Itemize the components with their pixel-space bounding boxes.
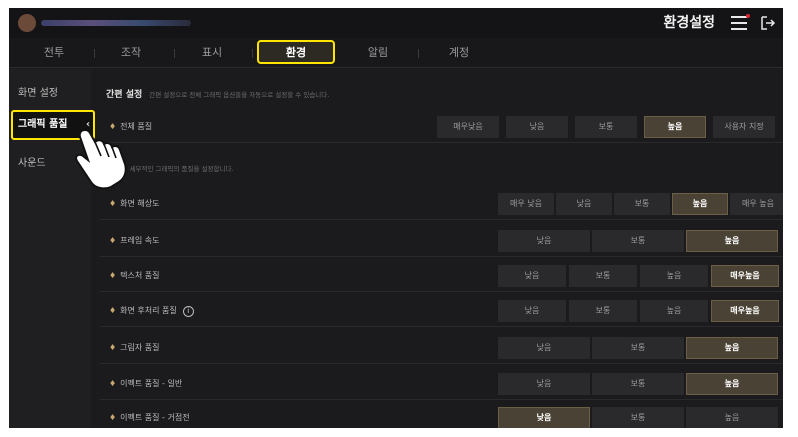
option-button[interactable]: 보통 bbox=[575, 116, 637, 138]
exit-icon[interactable] bbox=[760, 15, 776, 31]
diamond-icon: ♦ bbox=[109, 413, 117, 422]
top-bar: 환경설정 bbox=[9, 8, 783, 38]
setting-row: ♦ 이펙트 품질 - 거점전 낮음 보통 높음 bbox=[100, 402, 783, 428]
sidebar: 화면 설정 그래픽 품질 ‹ 사운드 bbox=[9, 69, 95, 428]
tab-display[interactable]: 표시 bbox=[182, 38, 242, 68]
settings-window: 환경설정 전투 조작 표시 환경 알림 계정 화면 설정 그래픽 품질 ‹ 사운드… bbox=[9, 8, 783, 428]
setting-row: ♦ 텍스처 품질 낮음 보통 높음 매우높음 bbox=[100, 260, 783, 292]
avatar bbox=[18, 14, 36, 32]
option-button[interactable]: 높음 bbox=[672, 193, 728, 215]
option-button[interactable]: 높음 bbox=[640, 300, 708, 322]
tab-divider bbox=[252, 49, 253, 58]
option-button[interactable]: 매우낮음 bbox=[437, 116, 499, 138]
setting-label: 텍스처 품질 bbox=[120, 271, 160, 280]
setting-row: ♦ 이펙트 품질 - 일반 낮음 보통 높음 bbox=[100, 368, 783, 400]
option-button[interactable]: 보통 bbox=[569, 265, 637, 287]
setting-row: ♦ 화면 해상도 매우 낮음 낮음 보통 높음 매우 높음 bbox=[100, 188, 783, 220]
option-button[interactable]: 낮음 bbox=[498, 373, 590, 395]
setting-label: 화면 후처리 품질 bbox=[120, 306, 177, 315]
option-button[interactable]: 낮음 bbox=[506, 116, 568, 138]
tab-controls[interactable]: 조작 bbox=[101, 38, 161, 68]
option-button[interactable]: 낮음 bbox=[498, 265, 566, 287]
option-button[interactable]: 낮음 bbox=[498, 337, 590, 359]
setting-label: 이펙트 품질 - 일반 bbox=[120, 379, 183, 388]
diamond-icon: ♦ bbox=[109, 271, 117, 280]
option-button[interactable]: 낮음 bbox=[498, 300, 566, 322]
option-button[interactable]: 매우높음 bbox=[711, 265, 779, 287]
diamond-icon: ♦ bbox=[109, 199, 117, 208]
option-button[interactable]: 매우높음 bbox=[711, 300, 779, 322]
diamond-icon: ♦ bbox=[109, 306, 117, 315]
info-icon[interactable]: i bbox=[182, 306, 194, 317]
option-button[interactable]: 낮음 bbox=[498, 230, 590, 252]
option-button[interactable]: 낮음 bbox=[556, 193, 612, 215]
page-title: 환경설정 bbox=[663, 14, 715, 30]
setting-row: ♦ 화면 후처리 품질 i 낮음 보통 높음 매우높음 bbox=[100, 295, 783, 327]
tab-divider bbox=[418, 49, 419, 58]
tab-environment[interactable]: 환경 bbox=[257, 38, 335, 68]
menu-icon[interactable] bbox=[731, 16, 747, 30]
setting-label: 그림자 품질 bbox=[120, 343, 160, 352]
setting-label: 프레임 속도 bbox=[120, 236, 160, 245]
setting-label: 화면 해상도 bbox=[120, 199, 160, 208]
diamond-icon: ♦ bbox=[109, 236, 117, 245]
blurred-player-name bbox=[41, 20, 191, 26]
setting-row: ♦ 프레임 속도 낮음 보통 높음 bbox=[100, 225, 783, 257]
option-button[interactable]: 보통 bbox=[592, 407, 684, 428]
tab-notifications[interactable]: 알림 bbox=[348, 38, 408, 68]
tab-account[interactable]: 계정 bbox=[429, 38, 489, 68]
setting-row: ♦ 그림자 품질 낮음 보통 높음 bbox=[100, 332, 783, 364]
tab-divider bbox=[174, 49, 175, 58]
option-button[interactable]: 보통 bbox=[592, 230, 684, 252]
option-button[interactable]: 높음 bbox=[640, 265, 708, 287]
setting-row-overall-quality: ♦ 전체 품질 매우낮음 낮음 보통 높음 사용자 지정 bbox=[100, 111, 783, 143]
notification-dot bbox=[746, 14, 750, 18]
settings-content: 간편 설정 간편 설정으로 전체 그래픽 옵션들을 자동으로 설정할 수 있습니다… bbox=[100, 69, 783, 428]
option-button[interactable]: 낮음 bbox=[498, 407, 590, 428]
option-button[interactable]: 보통 bbox=[592, 373, 684, 395]
section-quick-settings: 간편 설정 간편 설정으로 전체 그래픽 옵션들을 자동으로 설정할 수 있습니다… bbox=[106, 90, 330, 100]
tab-divider bbox=[94, 49, 95, 58]
setting-label: 이펙트 품질 - 거점전 bbox=[120, 413, 190, 422]
option-button[interactable]: 보통 bbox=[592, 337, 684, 359]
option-button[interactable]: 보통 bbox=[614, 193, 670, 215]
option-button[interactable]: 높음 bbox=[686, 337, 778, 359]
option-button[interactable]: 매우 높음 bbox=[730, 193, 783, 215]
tab-combat[interactable]: 전투 bbox=[24, 38, 84, 68]
pointer-hand-icon bbox=[75, 128, 127, 190]
option-button[interactable]: 보통 bbox=[569, 300, 637, 322]
option-button[interactable]: 매우 낮음 bbox=[498, 193, 554, 215]
diamond-icon: ♦ bbox=[109, 343, 117, 352]
option-button[interactable]: 높음 bbox=[686, 230, 778, 252]
tab-bar: 전투 조작 표시 환경 알림 계정 bbox=[9, 38, 783, 68]
option-button[interactable]: 높음 bbox=[644, 116, 706, 138]
option-button[interactable]: 사용자 지정 bbox=[713, 116, 775, 138]
sidebar-item-screen[interactable]: 화면 설정 bbox=[9, 79, 91, 109]
diamond-icon: ♦ bbox=[109, 379, 117, 388]
option-button[interactable]: 높음 bbox=[686, 407, 778, 428]
option-button[interactable]: 높음 bbox=[686, 373, 778, 395]
